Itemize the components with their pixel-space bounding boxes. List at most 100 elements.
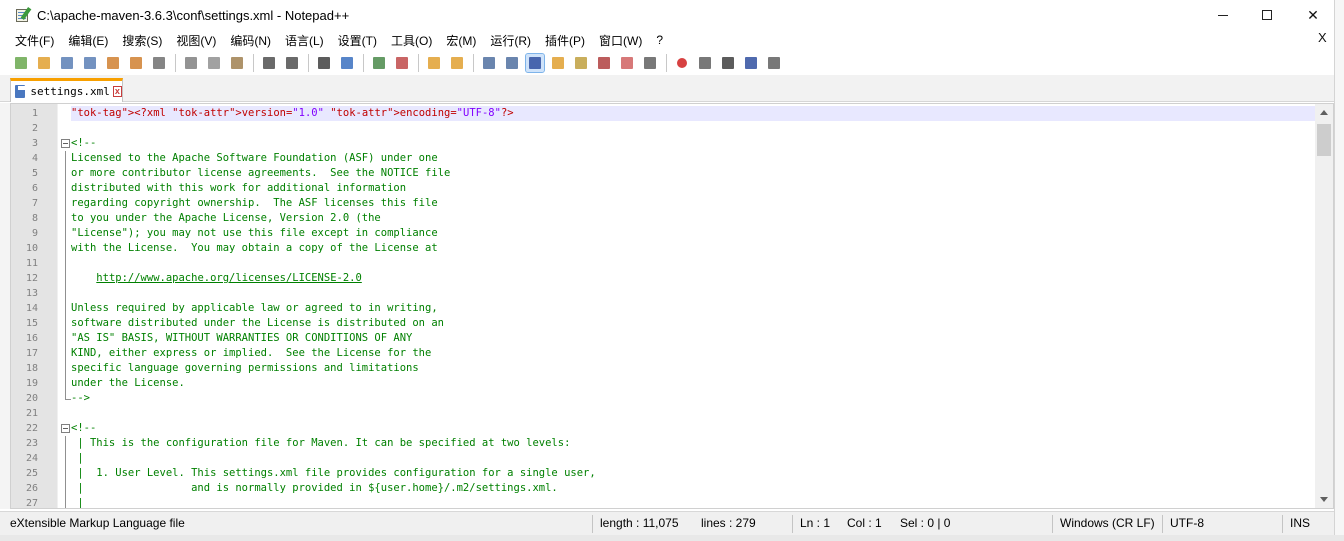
close-document-button[interactable]: X — [1318, 30, 1327, 45]
code-line[interactable]: Unless required by applicable law or agr… — [71, 301, 1315, 316]
code-line[interactable] — [71, 121, 1315, 136]
menu-item[interactable]: 窗口(W) — [592, 32, 649, 49]
fold-guide — [65, 181, 66, 196]
code-line[interactable]: "tok-tag"><?xml "tok-attr">version="1.0"… — [71, 106, 1315, 121]
copy-icon[interactable] — [205, 54, 223, 72]
fold-guide — [65, 301, 66, 316]
code-line[interactable] — [71, 256, 1315, 271]
scroll-down-icon[interactable] — [1320, 497, 1328, 502]
maximize-button[interactable] — [1244, 0, 1290, 30]
menu-item[interactable]: 编码(N) — [223, 32, 278, 49]
code-line[interactable]: software distributed under the License i… — [71, 316, 1315, 331]
code-line[interactable]: or more contributor license agreements. … — [71, 166, 1315, 181]
menu-item[interactable]: 语言(L) — [278, 32, 331, 49]
code-line[interactable]: to you under the Apache License, Version… — [71, 211, 1315, 226]
monitoring-icon[interactable] — [641, 54, 659, 72]
code-line[interactable]: specific language governing permissions … — [71, 361, 1315, 376]
menu-item[interactable]: ? — [649, 33, 670, 47]
code-line[interactable]: <!-- — [71, 136, 1315, 151]
code-line[interactable]: under the License. — [71, 376, 1315, 391]
replace-icon[interactable] — [338, 54, 356, 72]
sync-vertical-icon[interactable] — [425, 54, 443, 72]
close-button[interactable]: ✕ — [1290, 0, 1336, 30]
fold-toggle-icon[interactable] — [61, 139, 70, 148]
code-line[interactable]: http://www.apache.org/licenses/LICENSE-2… — [71, 271, 1315, 286]
line-number: 11 — [25, 258, 38, 269]
code-line[interactable]: | — [71, 496, 1315, 508]
code-line[interactable]: Licensed to the Apache Software Foundati… — [71, 151, 1315, 166]
stop-macro-icon[interactable] — [696, 54, 714, 72]
code-line[interactable]: | 1. User Level. This settings.xml file … — [71, 466, 1315, 481]
status-language: eXtensible Markup Language file — [10, 516, 185, 530]
zoom-in-icon[interactable] — [370, 54, 388, 72]
vertical-scrollbar[interactable] — [1315, 104, 1333, 508]
save-icon[interactable] — [58, 54, 76, 72]
define-language-icon[interactable] — [549, 54, 567, 72]
open-file-icon[interactable] — [35, 54, 53, 72]
menu-item[interactable]: 运行(R) — [483, 32, 538, 49]
code-line[interactable]: distributed with this work for additiona… — [71, 181, 1315, 196]
window-title: C:\apache-maven-3.6.3\conf\settings.xml … — [37, 7, 350, 23]
code-line[interactable]: | This is the configuration file for Mav… — [71, 436, 1315, 451]
code-line[interactable]: KIND, either express or implied. See the… — [71, 346, 1315, 361]
toolbar-separator — [175, 54, 176, 72]
zoom-out-icon[interactable] — [393, 54, 411, 72]
function-list-icon[interactable] — [595, 54, 613, 72]
code-line[interactable]: --> — [71, 391, 1315, 406]
code-line[interactable] — [71, 286, 1315, 301]
new-file-icon[interactable] — [12, 54, 30, 72]
minimize-button[interactable] — [1200, 0, 1246, 30]
sync-horizontal-icon[interactable] — [448, 54, 466, 72]
redo-icon[interactable] — [283, 54, 301, 72]
code-line[interactable]: | — [71, 451, 1315, 466]
indent-guide-icon[interactable] — [525, 53, 545, 73]
folder-workspace-icon[interactable] — [618, 54, 636, 72]
menu-item[interactable]: 编辑(E) — [61, 32, 115, 49]
code-line[interactable]: with the License. You may obtain a copy … — [71, 241, 1315, 256]
toolbar-separator — [253, 54, 254, 72]
maximize-icon — [1262, 10, 1272, 20]
line-number: 7 — [31, 198, 38, 209]
fold-margin[interactable] — [57, 104, 71, 508]
scroll-up-icon[interactable] — [1320, 110, 1328, 115]
code-line[interactable]: <!-- — [71, 421, 1315, 436]
cut-icon[interactable] — [182, 54, 200, 72]
tab-settings-xml[interactable]: settings.xml x — [10, 78, 123, 102]
status-encoding[interactable]: UTF-8 — [1170, 512, 1204, 536]
tab-close-icon[interactable]: x — [112, 86, 122, 97]
code-line[interactable]: "AS IS" BASIS, WITHOUT WARRANTIES OR CON… — [71, 331, 1315, 346]
save-all-icon[interactable] — [81, 54, 99, 72]
print-icon[interactable] — [150, 54, 168, 72]
run-macro-multiple-icon[interactable] — [742, 54, 760, 72]
menu-item[interactable]: 工具(O) — [384, 32, 439, 49]
fold-guide — [65, 151, 66, 166]
find-icon[interactable] — [315, 54, 333, 72]
code-line[interactable] — [71, 406, 1315, 421]
line-number: 12 — [25, 273, 38, 284]
menu-item[interactable]: 宏(M) — [439, 32, 483, 49]
save-macro-icon[interactable] — [765, 54, 783, 72]
menu-item[interactable]: 搜索(S) — [115, 32, 169, 49]
status-insert-mode[interactable]: INS — [1290, 512, 1310, 536]
status-eol[interactable]: Windows (CR LF) — [1060, 512, 1155, 536]
code-line[interactable]: | and is normally provided in ${user.hom… — [71, 481, 1315, 496]
word-wrap-icon[interactable] — [480, 54, 498, 72]
play-macro-icon[interactable] — [719, 54, 737, 72]
scrollbar-thumb[interactable] — [1317, 124, 1331, 156]
fold-toggle-icon[interactable] — [61, 424, 70, 433]
editor-pane[interactable]: 1 2 3 4 5 6 7 8 9 10 11 12 13 14 15 16 17 18 19 20 21 22 23 24 2… — [10, 103, 1334, 509]
show-all-chars-icon[interactable] — [503, 54, 521, 72]
code-line[interactable]: "License"); you may not use this file ex… — [71, 226, 1315, 241]
undo-icon[interactable] — [260, 54, 278, 72]
record-macro-icon[interactable] — [673, 54, 691, 72]
menu-item[interactable]: 文件(F) — [8, 32, 61, 49]
document-map-icon[interactable] — [572, 54, 590, 72]
menu-item[interactable]: 设置(T) — [331, 32, 384, 49]
menu-item[interactable]: 插件(P) — [538, 32, 592, 49]
close-all-icon[interactable] — [127, 54, 145, 72]
paste-icon[interactable] — [228, 54, 246, 72]
code-area[interactable]: "tok-tag"><?xml "tok-attr">version="1.0"… — [71, 104, 1315, 508]
close-file-icon[interactable] — [104, 54, 122, 72]
menu-item[interactable]: 视图(V) — [169, 32, 223, 49]
code-line[interactable]: regarding copyright ownership. The ASF l… — [71, 196, 1315, 211]
